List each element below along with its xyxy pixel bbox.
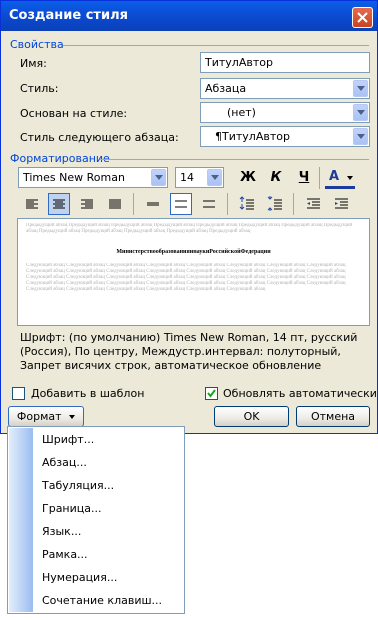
font-name-value: Times New Roman <box>23 171 125 184</box>
align-center-button[interactable] <box>48 193 70 215</box>
justify-icon <box>109 199 121 209</box>
name-input[interactable]: ТитулАвтор <box>200 52 370 73</box>
formatting-section-title: Форматирование <box>10 152 110 165</box>
name-label: Имя: <box>20 57 47 70</box>
next-style-label: Стиль следующего абзаца: <box>20 131 179 144</box>
paragraph-toolbar <box>18 193 369 215</box>
based-on-label: Основан на стиле: <box>20 107 128 120</box>
space-decrease-icon <box>267 196 282 211</box>
align-left-button[interactable] <box>21 193 43 215</box>
based-on-select[interactable]: (нет) <box>200 102 370 123</box>
space-before-increase-button[interactable] <box>236 193 258 215</box>
next-style-select[interactable]: ¶ТитулАвтор <box>200 126 370 147</box>
menu-item-numbering[interactable]: Нумерация... <box>42 571 117 584</box>
chevron-down-icon[interactable] <box>353 128 368 145</box>
ok-button[interactable]: OK <box>214 406 289 427</box>
double-spacing-icon <box>203 200 215 208</box>
one-and-half-spacing-icon <box>175 200 187 208</box>
style-preview: Предыдущий абзац Предыдущий абзац Предыд… <box>17 218 370 326</box>
toolbar-separator <box>319 167 320 189</box>
underline-button[interactable]: Ч <box>293 167 315 189</box>
one-and-half-spacing-button[interactable] <box>170 193 192 215</box>
toolbar-separator <box>133 193 134 215</box>
chevron-down-icon[interactable] <box>353 80 368 97</box>
auto-update-label[interactable]: Обновлять автоматически <box>223 387 377 400</box>
add-to-template-label[interactable]: Добавить в шаблон <box>31 387 144 400</box>
style-type-label: Стиль: <box>20 82 59 95</box>
menu-item-border[interactable]: Граница... <box>42 502 102 515</box>
cancel-button[interactable]: Отмена <box>296 406 370 427</box>
menu-icon-strip <box>9 428 33 612</box>
single-spacing-icon <box>147 202 159 206</box>
name-input-value: ТитулАвтор <box>205 56 273 69</box>
menu-item-shortcut-keys[interactable]: Сочетание клавиш... <box>42 594 162 607</box>
format-button-label: Формат <box>16 410 62 423</box>
chevron-down-icon[interactable] <box>207 169 222 186</box>
double-spacing-button[interactable] <box>198 193 220 215</box>
space-before-decrease-button[interactable] <box>264 193 286 215</box>
properties-divider <box>63 45 369 46</box>
menu-item-language[interactable]: Язык... <box>42 525 81 538</box>
add-to-template-checkbox[interactable] <box>12 387 25 400</box>
italic-button[interactable]: К <box>265 167 287 189</box>
toolbar-separator <box>293 193 294 215</box>
decrease-indent-icon <box>307 198 320 209</box>
properties-section-title: Свойства <box>10 38 64 51</box>
format-button[interactable]: Формат <box>8 406 84 427</box>
checkmark-icon <box>207 389 216 398</box>
align-right-icon <box>81 199 93 209</box>
align-left-icon <box>26 199 38 209</box>
align-right-button[interactable] <box>76 193 98 215</box>
close-button[interactable] <box>352 7 373 28</box>
increase-indent-button[interactable] <box>330 193 352 215</box>
font-color-button[interactable]: А <box>325 167 355 189</box>
title-bar[interactable]: Создание стиля <box>1 1 377 31</box>
font-color-label: А <box>329 169 340 184</box>
font-name-select[interactable]: Times New Roman <box>18 167 168 188</box>
single-spacing-button[interactable] <box>142 193 164 215</box>
font-size-select[interactable]: 14 <box>175 167 224 188</box>
decrease-indent-button[interactable] <box>302 193 324 215</box>
next-style-value: ¶ТитулАвтор <box>215 130 290 143</box>
style-type-value: Абзаца <box>205 82 247 95</box>
bold-button[interactable]: Ж <box>237 167 259 189</box>
toolbar-separator <box>227 193 228 215</box>
font-size-value: 14 <box>180 171 194 184</box>
formatting-divider <box>100 159 369 160</box>
chevron-down-icon <box>69 415 76 419</box>
menu-item-tabs[interactable]: Табуляция... <box>42 479 114 492</box>
align-center-icon <box>53 199 65 209</box>
preview-previous-paragraph: Предыдущий абзац Предыдущий абзац Предыд… <box>26 223 353 234</box>
close-icon <box>357 12 368 23</box>
space-increase-icon <box>239 196 254 210</box>
preview-next-paragraph: Следующий абзац Следующий абзац Следующи… <box>26 263 346 292</box>
menu-item-paragraph[interactable]: Абзац... <box>42 456 87 469</box>
menu-item-font[interactable]: Шрифт... <box>42 433 94 446</box>
increase-indent-icon <box>335 198 348 209</box>
chevron-down-icon[interactable] <box>353 104 368 121</box>
menu-item-frame[interactable]: Рамка... <box>42 548 88 561</box>
dialog-title: Создание стиля <box>9 8 128 23</box>
chevron-down-icon[interactable] <box>347 176 353 180</box>
preview-sample-text: МинистерствообразованияинаукиРоссийскойФ… <box>116 249 271 255</box>
create-style-dialog: Создание стиля Свойства Имя: ТитулАвтор … <box>0 0 378 434</box>
style-description: Шрифт: (по умолчанию) Times New Roman, 1… <box>20 331 358 372</box>
format-menu: Шрифт... Абзац... Табуляция... Граница..… <box>7 426 185 614</box>
based-on-value: (нет) <box>227 106 256 119</box>
auto-update-checkbox[interactable] <box>205 387 218 400</box>
chevron-down-icon[interactable] <box>151 169 166 186</box>
style-type-select[interactable]: Абзаца <box>200 78 370 99</box>
justify-button[interactable] <box>104 193 126 215</box>
